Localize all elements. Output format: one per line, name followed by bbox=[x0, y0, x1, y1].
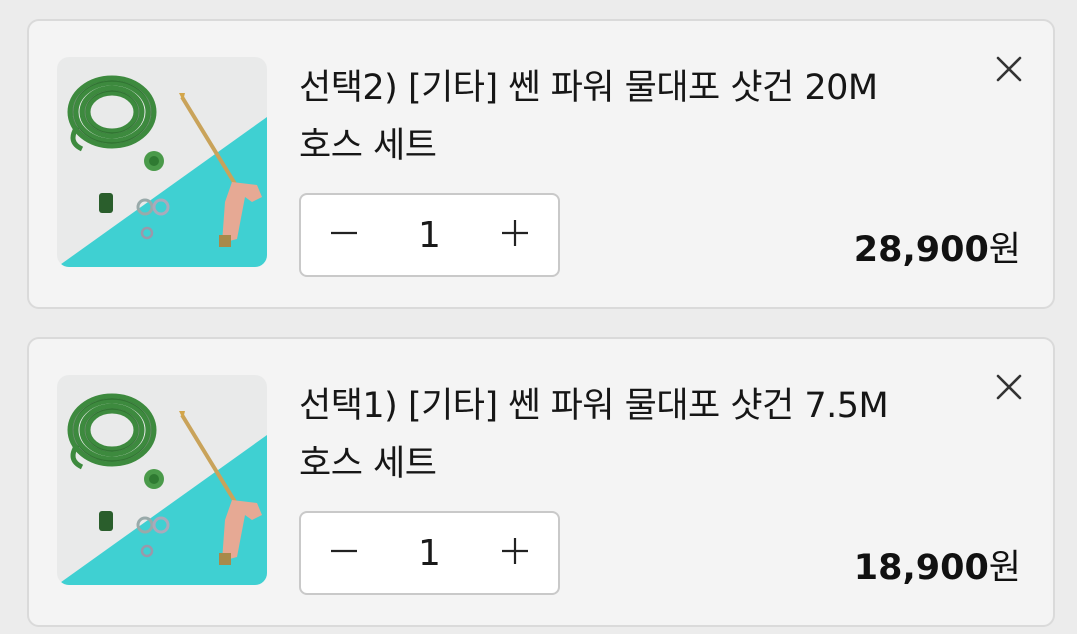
remove-item-button[interactable] bbox=[989, 369, 1029, 409]
price-currency: 원 bbox=[988, 548, 1021, 588]
quantity-value[interactable]: 1 bbox=[387, 533, 472, 574]
close-icon bbox=[995, 55, 1023, 87]
product-title-line2: 호스 세트 bbox=[299, 444, 437, 484]
cart-item-card: 선택1) [기타] 쎈 파워 물대포 샷건 7.5M 호스 세트 1 18,90 bbox=[27, 337, 1055, 627]
quantity-value[interactable]: 1 bbox=[387, 215, 472, 256]
increase-quantity-button[interactable] bbox=[472, 195, 558, 275]
plus-icon bbox=[500, 218, 530, 252]
product-title[interactable]: 선택1) [기타] 쎈 파워 물대포 샷건 7.5M 호스 세트 bbox=[299, 377, 949, 493]
price-currency: 원 bbox=[988, 230, 1021, 270]
increase-quantity-button[interactable] bbox=[472, 513, 558, 593]
product-title[interactable]: 선택2) [기타] 쎈 파워 물대포 샷건 20M 호스 세트 bbox=[299, 59, 949, 175]
decrease-quantity-button[interactable] bbox=[301, 195, 387, 275]
close-icon bbox=[995, 373, 1023, 405]
minus-icon bbox=[329, 218, 359, 252]
item-price: 18,900원 bbox=[854, 539, 1021, 590]
price-amount: 28,900 bbox=[853, 230, 989, 270]
price-amount: 18,900 bbox=[853, 548, 989, 588]
item-price: 28,900원 bbox=[854, 221, 1021, 272]
remove-item-button[interactable] bbox=[989, 51, 1029, 91]
product-title-line1: 선택2) [기타] 쎈 파워 물대포 샷건 20M bbox=[299, 68, 878, 108]
product-thumbnail[interactable] bbox=[57, 375, 267, 585]
product-title-line1: 선택1) [기타] 쎈 파워 물대포 샷건 7.5M bbox=[299, 386, 889, 426]
cart-item-card: 선택2) [기타] 쎈 파워 물대포 샷건 20M 호스 세트 1 28,900 bbox=[27, 19, 1055, 309]
product-title-line2: 호스 세트 bbox=[299, 126, 437, 166]
quantity-stepper: 1 bbox=[299, 193, 560, 277]
quantity-stepper: 1 bbox=[299, 511, 560, 595]
cart-item-list: 선택2) [기타] 쎈 파워 물대포 샷건 20M 호스 세트 1 28,900 bbox=[0, 0, 1077, 634]
product-thumbnail[interactable] bbox=[57, 57, 267, 267]
plus-icon bbox=[500, 536, 530, 570]
minus-icon bbox=[329, 536, 359, 570]
decrease-quantity-button[interactable] bbox=[301, 513, 387, 593]
